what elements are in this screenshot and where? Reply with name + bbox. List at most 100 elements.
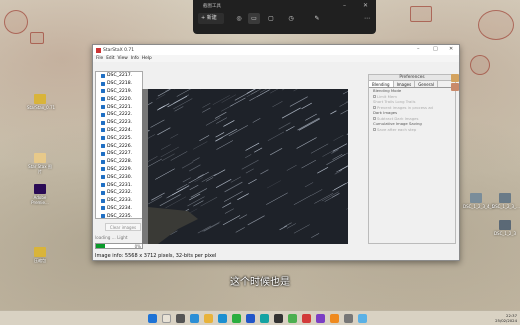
checkbox-icon[interactable]	[101, 190, 105, 195]
close-icon[interactable]: ✕	[449, 46, 453, 52]
clear-images-button[interactable]: Clear images	[105, 223, 141, 231]
video-icon[interactable]: ▭	[248, 13, 260, 24]
search-icon[interactable]	[162, 314, 171, 323]
tab-images[interactable]: Images	[394, 81, 416, 87]
app-avatar-icon[interactable]	[451, 74, 459, 82]
minimize-icon[interactable]: –	[417, 46, 420, 52]
checkbox-icon[interactable]	[373, 117, 376, 120]
checkbox-icon[interactable]	[101, 105, 105, 110]
maximize-icon[interactable]: □	[433, 46, 438, 52]
desktop-icon-image-1[interactable]: DSC_1_2_3_4_5	[463, 193, 494, 209]
checkbox-icon[interactable]	[101, 120, 105, 125]
desktop-icon-starstax-pictures[interactable]: Star Stax 图片	[27, 153, 53, 174]
menu-view[interactable]: View	[118, 56, 128, 61]
more-icon[interactable]: ⋯	[361, 13, 373, 24]
app-icon-lightblue[interactable]	[358, 314, 367, 323]
preference-option[interactable]: Save after each step	[369, 127, 455, 133]
star-trail	[324, 193, 340, 202]
desktop-icon-premiere[interactable]: Adobe Premie...	[27, 184, 53, 205]
browser-icon[interactable]	[218, 314, 227, 323]
checkbox-icon[interactable]	[101, 175, 105, 180]
preference-label: Save after each step	[377, 126, 417, 132]
file-list-item[interactable]: DSC_2220.	[96, 95, 142, 103]
file-list-item[interactable]: DSC_2217.	[96, 72, 142, 80]
star-trail	[201, 173, 217, 183]
file-list-item[interactable]: DSC_2232.	[96, 189, 142, 197]
file-list-item[interactable]: DSC_2227.	[96, 150, 142, 158]
menu-file[interactable]: File	[96, 56, 103, 61]
menu-edit[interactable]: Edit	[106, 56, 114, 61]
preference-label: Limit Mem	[377, 93, 397, 99]
star-trail	[230, 176, 242, 183]
timer-icon[interactable]: ◷	[285, 13, 297, 24]
menu-help[interactable]: Help	[142, 56, 152, 61]
new-snip-button[interactable]: + 新建	[198, 13, 224, 24]
app-icon-blue[interactable]	[246, 314, 255, 323]
file-list-item[interactable]: DSC_2222.	[96, 111, 142, 119]
file-list-item[interactable]: DSC_2228.	[96, 158, 142, 166]
desktop-icon-archive[interactable]: 压缩包	[27, 247, 53, 263]
file-list-item[interactable]: DSC_2221.	[96, 103, 142, 111]
checkbox-icon[interactable]	[373, 128, 376, 131]
file-list-item[interactable]: DSC_2224.	[96, 127, 142, 135]
app-icon-dark[interactable]	[274, 314, 283, 323]
file-list-item[interactable]: DSC_2233.	[96, 197, 142, 205]
camera-icon[interactable]: ◎	[233, 13, 245, 24]
start-icon[interactable]	[148, 314, 157, 323]
file-list-item[interactable]: DSC_2225.	[96, 134, 142, 142]
app-avatar-icon[interactable]	[451, 83, 459, 91]
file-list-item[interactable]: DSC_2231.	[96, 181, 142, 189]
file-list[interactable]: DSC_2217. DSC_2218. DSC_2219. DSC_2220. DSC_…	[95, 71, 143, 219]
tab-blending[interactable]: Blending	[369, 81, 394, 87]
checkbox-icon[interactable]	[101, 214, 105, 218]
checkbox-icon[interactable]	[101, 206, 105, 211]
file-list-item[interactable]: DSC_2235.	[96, 212, 142, 218]
app-icon-teal[interactable]	[260, 314, 269, 323]
close-icon[interactable]: ✕	[363, 2, 368, 9]
checkbox-icon[interactable]	[101, 136, 105, 141]
widgets-icon[interactable]	[190, 314, 199, 323]
app-icon-green[interactable]	[288, 314, 297, 323]
checkbox-icon[interactable]	[101, 167, 105, 172]
desktop-icon-starstax[interactable]: StarStax_0.71	[27, 94, 55, 110]
file-list-item[interactable]: DSC_2223.	[96, 119, 142, 127]
checkbox-icon[interactable]	[101, 151, 105, 156]
checkbox-icon[interactable]	[373, 95, 376, 98]
task-view-icon[interactable]	[176, 314, 185, 323]
checkbox-icon[interactable]	[101, 128, 105, 133]
checkbox-icon[interactable]	[101, 183, 105, 188]
file-list-item[interactable]: DSC_2219.	[96, 88, 142, 96]
wechat-icon[interactable]	[232, 314, 241, 323]
app-icon-gray[interactable]	[344, 314, 353, 323]
markup-icon[interactable]: ✎	[311, 13, 323, 24]
checkbox-icon[interactable]	[101, 97, 105, 102]
desktop-icon-image-3[interactable]: DSC_1_2_3	[492, 220, 518, 236]
app-icon-red[interactable]	[302, 314, 311, 323]
desktop-icon-label: Star Stax 图片	[28, 164, 52, 174]
checkbox-icon[interactable]	[101, 198, 105, 203]
checkbox-icon[interactable]	[101, 159, 105, 164]
file-list-item[interactable]: DSC_2234.	[96, 205, 142, 213]
preferences-panel: Preferences Blending Images General Blen…	[368, 74, 456, 244]
desktop-icon-image-2[interactable]: DSC_1_2_3_...	[492, 193, 520, 209]
file-list-item[interactable]: DSC_2218.	[96, 80, 142, 88]
shape-icon[interactable]: ▢	[265, 13, 277, 24]
file-list-item[interactable]: DSC_2229.	[96, 166, 142, 174]
file-explorer-icon[interactable]	[204, 314, 213, 323]
app-icon-orange[interactable]	[330, 314, 339, 323]
app-icon-purple[interactable]	[316, 314, 325, 323]
star-trail	[167, 95, 188, 108]
checkbox-icon[interactable]	[101, 112, 105, 117]
menu-info[interactable]: Info	[131, 56, 139, 61]
checkbox-icon[interactable]	[101, 89, 105, 94]
checkbox-icon[interactable]	[373, 106, 376, 109]
minimize-icon[interactable]: –	[343, 2, 346, 9]
checkbox-icon[interactable]	[101, 81, 105, 86]
checkbox-icon[interactable]	[101, 144, 105, 149]
system-clock[interactable]: 22:37 25/02/2024	[495, 313, 517, 323]
checkbox-icon[interactable]	[101, 73, 105, 78]
file-list-item[interactable]: DSC_2226.	[96, 142, 142, 150]
file-name: DSC_2226.	[107, 143, 133, 149]
tab-general[interactable]: General	[415, 81, 438, 87]
file-list-item[interactable]: DSC_2230.	[96, 173, 142, 181]
